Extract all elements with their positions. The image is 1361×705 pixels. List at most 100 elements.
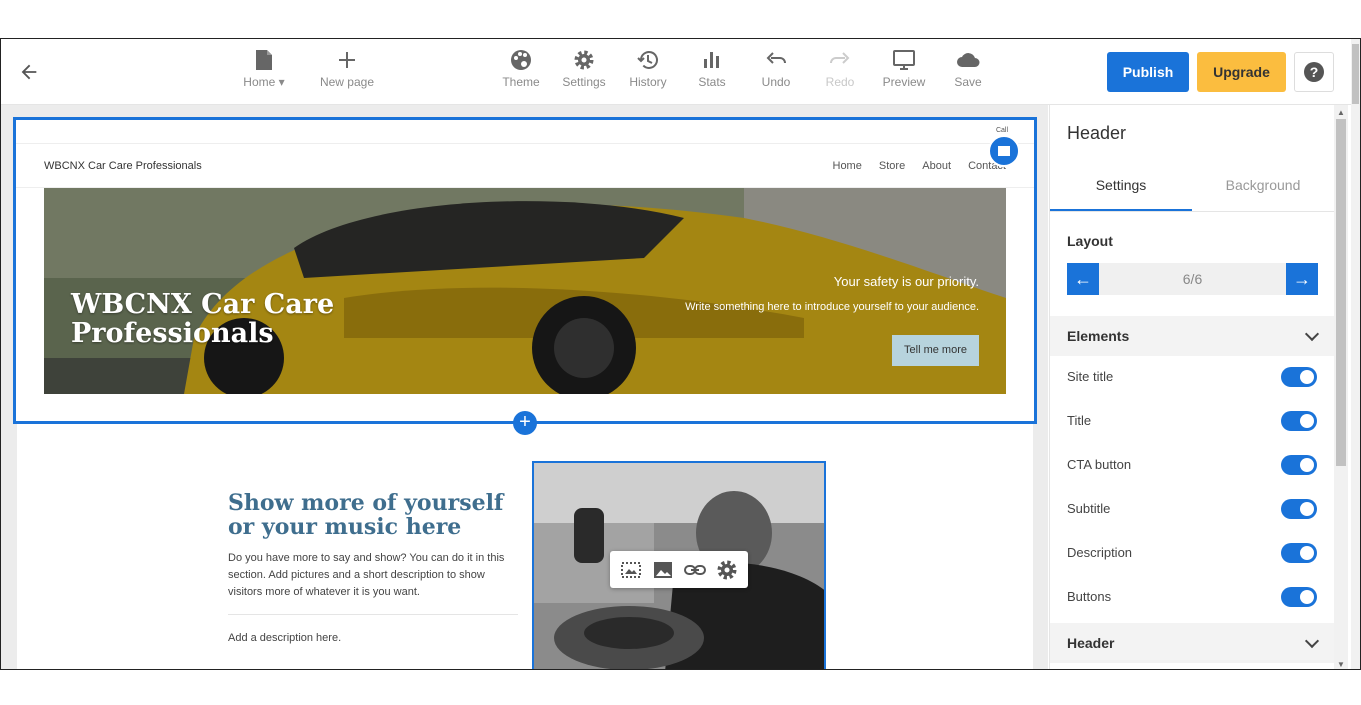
header-section-header[interactable]: Header — [1050, 623, 1334, 663]
image-icon[interactable] — [652, 559, 674, 581]
stats-label: Stats — [698, 75, 726, 89]
element-label: Description — [1067, 545, 1133, 560]
save-label: Save — [954, 75, 982, 89]
layout-prev-arrow-icon[interactable]: ← — [1067, 263, 1099, 295]
crop-icon[interactable] — [620, 559, 642, 581]
content-title[interactable]: Show more of yourself or your music here — [228, 491, 528, 539]
nav-home[interactable]: Home — [833, 160, 862, 172]
page-icon — [256, 50, 272, 70]
call-label[interactable]: Call — [996, 127, 1008, 134]
tab-divider — [1050, 211, 1334, 212]
monitor-icon — [893, 50, 915, 70]
stats-button[interactable]: Stats — [677, 49, 747, 89]
plus-icon — [339, 52, 355, 68]
hero-description[interactable]: Write something here to introduce yourse… — [685, 301, 979, 313]
panel-scrollbar-thumb[interactable] — [1336, 119, 1346, 466]
add-section-plus-icon[interactable]: + — [513, 411, 537, 435]
chevron-down-icon — [1304, 326, 1320, 342]
home-page-menu[interactable]: Home ▾ — [229, 49, 299, 89]
elements-label: Elements — [1067, 328, 1130, 344]
elements-section-header[interactable]: Elements — [1050, 316, 1334, 356]
hero-subtitle[interactable]: Your safety is our priority. — [834, 274, 979, 289]
redo-icon — [830, 52, 850, 64]
element-label: Site title — [1067, 369, 1114, 384]
window-scrollbar-thumb[interactable] — [1352, 44, 1359, 104]
hero-title[interactable]: WBCNX Car Care Professionals — [71, 290, 391, 348]
undo-label: Undo — [761, 75, 791, 89]
undo-icon — [766, 52, 786, 64]
element-row-description: Description — [1050, 532, 1334, 576]
content-text[interactable]: Do you have more to say and show? You ca… — [228, 550, 518, 601]
preview-button[interactable]: Preview — [869, 49, 939, 89]
layout-stepper: ← 6/6 → — [1067, 263, 1318, 295]
top-toolbar: Home ▾ New page Theme Settings History S… — [1, 39, 1360, 105]
image-settings-gear-icon[interactable] — [716, 559, 738, 581]
settings-label: Settings — [562, 75, 606, 89]
content-description[interactable]: Add a description here. — [228, 632, 341, 644]
panel-title: Header — [1067, 123, 1127, 143]
redo-button[interactable]: Redo — [805, 49, 875, 89]
help-icon: ? — [1304, 62, 1324, 82]
layout-label: Layout — [1067, 233, 1113, 249]
preview-label: Preview — [882, 75, 926, 89]
theme-button[interactable]: Theme — [486, 49, 556, 89]
settings-button[interactable]: Settings — [549, 49, 619, 89]
editor-window: Home ▾ New page Theme Settings History S… — [0, 38, 1361, 670]
header-settings-panel: Header Settings Background Layout ← 6/6 … — [1049, 105, 1334, 669]
gear-icon — [574, 50, 594, 70]
description-toggle[interactable] — [1281, 543, 1317, 563]
image-toolbar — [610, 551, 748, 588]
history-button[interactable]: History — [613, 49, 683, 89]
hero-cta-button[interactable]: Tell me more — [892, 335, 979, 366]
cloud-icon — [957, 53, 980, 67]
header-section[interactable]: Call WBCNX Car Care Professionals Home S… — [13, 117, 1037, 424]
history-label: History — [629, 75, 667, 89]
bar-chart-icon — [704, 52, 719, 68]
panel-scrollbar[interactable]: ▲ ▼ — [1334, 105, 1348, 669]
tab-settings[interactable]: Settings — [1050, 177, 1192, 193]
element-row-cta-button: CTA button — [1050, 444, 1334, 488]
header-section-label: Header — [1067, 635, 1115, 651]
scroll-down-icon[interactable]: ▼ — [1337, 660, 1345, 669]
home-label: Home — [243, 75, 276, 89]
title-toggle[interactable] — [1281, 411, 1317, 431]
save-button[interactable]: Save — [933, 49, 1003, 89]
new-page-button[interactable]: New page — [312, 49, 382, 89]
element-row-title: Title — [1050, 400, 1334, 444]
publish-button[interactable]: Publish — [1107, 52, 1189, 92]
nav-about[interactable]: About — [922, 160, 951, 172]
site-navbar: WBCNX Car Care Professionals Home Store … — [16, 143, 1034, 188]
window-scrollbar[interactable] — [1351, 39, 1360, 669]
layout-value: 6/6 — [1182, 271, 1203, 287]
caret-down-icon: ▾ — [278, 75, 285, 89]
scroll-up-icon[interactable]: ▲ — [1337, 108, 1345, 117]
subtitle-toggle[interactable] — [1281, 499, 1317, 519]
element-label: Buttons — [1067, 589, 1112, 604]
chevron-down-icon — [1304, 633, 1320, 649]
cta-button-toggle[interactable] — [1281, 455, 1317, 475]
palette-icon — [511, 50, 531, 70]
tab-background[interactable]: Background — [1192, 177, 1334, 193]
element-row-buttons: Buttons — [1050, 576, 1334, 620]
site-title-toggle[interactable] — [1281, 367, 1317, 387]
buttons-toggle[interactable] — [1281, 587, 1317, 607]
header-layout-edit-icon[interactable] — [988, 135, 1020, 167]
editor-canvas: Call WBCNX Car Care Professionals Home S… — [1, 105, 1048, 669]
element-label: Subtitle — [1067, 501, 1111, 516]
undo-button[interactable]: Undo — [741, 49, 811, 89]
element-row-site-title: Site title — [1050, 356, 1334, 400]
element-label: CTA button — [1067, 457, 1132, 472]
site-title[interactable]: WBCNX Car Care Professionals — [44, 160, 202, 172]
hero-banner[interactable]: WBCNX Car Care Professionals Your safety… — [44, 188, 1006, 394]
upgrade-button[interactable]: Upgrade — [1197, 52, 1286, 92]
history-icon — [637, 51, 658, 69]
site-nav: Home Store About Contact — [819, 160, 1007, 172]
layout-next-arrow-icon[interactable]: → — [1286, 263, 1318, 295]
nav-store[interactable]: Store — [879, 160, 905, 172]
redo-label: Redo — [825, 75, 855, 89]
element-label: Title — [1067, 413, 1092, 428]
back-arrow-icon[interactable] — [18, 61, 40, 83]
content-divider — [228, 614, 518, 615]
link-icon[interactable] — [684, 559, 706, 581]
help-button[interactable]: ? — [1294, 52, 1334, 92]
